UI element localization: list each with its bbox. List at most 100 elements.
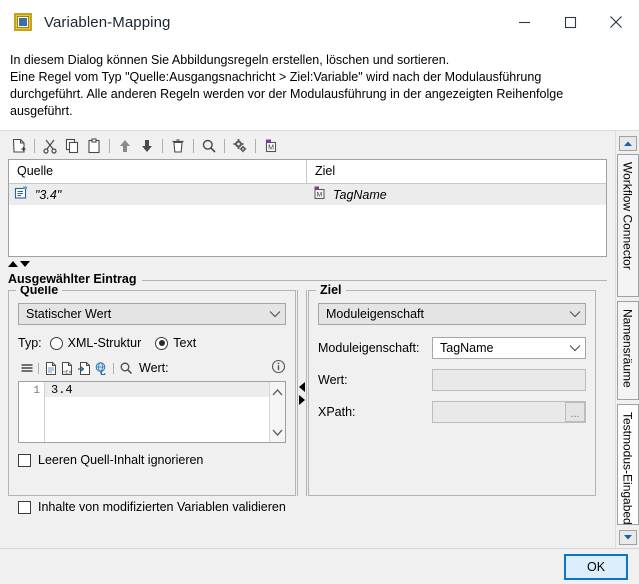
sidebar-item-workflow-connector[interactable]: Workflow Connector <box>617 154 639 297</box>
ok-button[interactable]: OK <box>565 555 627 579</box>
ziel-legend: Ziel <box>316 283 346 297</box>
ignore-empty-checkbox[interactable] <box>18 454 31 467</box>
editor-gutter: 1 <box>19 382 45 442</box>
description-line-2: Eine Regel vom Typ "Quelle:Ausgangsnachr… <box>10 69 629 86</box>
sidebar-item-namensraeume[interactable]: Namensräume <box>617 301 639 400</box>
xpath-input[interactable]: ... <box>432 401 586 423</box>
mapping-rules-table[interactable]: Quelle Ziel <box>8 159 607 257</box>
typ-label: Typ: <box>18 336 42 350</box>
editor-code-area[interactable]: 3.4 <box>45 382 269 442</box>
quelle-panel: Quelle Statischer Wert Typ: <box>8 290 296 496</box>
cell-quelle[interactable]: "3.4" <box>9 184 307 205</box>
window-title: Variablen-Mapping <box>44 14 171 31</box>
svg-text:M: M <box>317 192 322 199</box>
maximize-button[interactable] <box>547 0 593 44</box>
description-line-1: In diesem Dialog können Sie Abbildungsre… <box>10 52 629 69</box>
minimize-button[interactable] <box>501 0 547 44</box>
collapse-right-icon[interactable] <box>299 395 305 405</box>
text-document-icon[interactable] <box>42 360 59 377</box>
side-tabs-scroll-down[interactable] <box>619 530 637 545</box>
radio-text-label[interactable]: Text <box>173 336 196 350</box>
quelle-wert-label: Wert: <box>139 361 169 375</box>
toolbar-separator <box>224 139 225 153</box>
import-document-icon[interactable] <box>76 360 93 377</box>
chevron-down-icon <box>569 341 581 355</box>
window-app-icon <box>14 13 32 31</box>
quelle-typ-row: Typ: XML-Struktur Text <box>18 336 286 350</box>
module-property-icon: M <box>312 186 327 203</box>
sidebar-item-testmodus-eingabedaten[interactable]: Testmodus-Eingabedat <box>617 404 639 525</box>
ignore-empty-checkbox-row[interactable]: Leeren Quell-Inhalt ignorieren <box>18 453 286 467</box>
ziel-type-select[interactable]: Moduleigenschaft <box>318 303 586 325</box>
quelle-type-value: Statischer Wert <box>26 307 111 321</box>
scroll-down-icon[interactable] <box>272 425 283 439</box>
main-content: M Quelle Ziel <box>0 131 615 548</box>
editor-scrollbar[interactable] <box>269 382 285 442</box>
side-tab-strip: Workflow Connector Namensräume Testmodus… <box>615 131 639 548</box>
paste-icon[interactable] <box>83 135 105 157</box>
cell-ziel-value: TagName <box>333 188 387 202</box>
ignore-empty-label[interactable]: Leeren Quell-Inhalt ignorieren <box>38 453 203 467</box>
quelle-type-select[interactable]: Statischer Wert <box>18 303 286 325</box>
quelle-mini-toolbar: HEX <box>18 359 286 377</box>
panel-splitter[interactable] <box>8 258 607 269</box>
rules-toolbar: M <box>0 131 615 159</box>
settings-gears-icon[interactable] <box>229 135 251 157</box>
validate-checkbox-label[interactable]: Inhalte von modifizierten Variablen vali… <box>38 500 286 514</box>
column-header-quelle[interactable]: Quelle <box>9 160 307 183</box>
move-up-icon[interactable] <box>114 135 136 157</box>
search-icon[interactable] <box>117 360 134 377</box>
dialog-footer: OK <box>0 548 639 584</box>
expand-down-icon[interactable] <box>20 261 30 267</box>
moduleigenschaft-value: TagName <box>440 341 494 355</box>
title-bar: Variablen-Mapping <box>0 0 639 44</box>
xpath-label: XPath: <box>318 405 432 419</box>
side-tabs-scroll-up[interactable] <box>619 136 637 151</box>
collapse-left-icon[interactable] <box>299 382 305 392</box>
hex-document-icon[interactable]: HEX <box>59 360 76 377</box>
toolbar-separator <box>162 139 163 153</box>
close-button[interactable] <box>593 0 639 44</box>
radio-text[interactable] <box>155 337 168 350</box>
toolbar-separator <box>255 139 256 153</box>
source-target-panels: Quelle Statischer Wert Typ: <box>8 290 607 496</box>
delete-icon[interactable] <box>167 135 189 157</box>
module-property-icon[interactable]: M <box>260 135 282 157</box>
radio-xml-struktur[interactable] <box>50 337 63 350</box>
panel-vertical-splitter[interactable] <box>296 290 308 496</box>
ziel-wert-input[interactable] <box>432 369 586 391</box>
table-header: Quelle Ziel <box>9 160 606 184</box>
search-icon[interactable] <box>198 135 220 157</box>
static-value-icon <box>14 186 29 203</box>
collapse-up-icon[interactable] <box>8 261 18 267</box>
scroll-up-icon[interactable] <box>272 385 283 399</box>
svg-text:M: M <box>268 144 274 151</box>
chevron-down-icon <box>569 307 581 321</box>
xpath-browse-button[interactable]: ... <box>565 402 585 422</box>
column-header-ziel[interactable]: Ziel <box>307 160 606 183</box>
validate-checkbox[interactable] <box>18 501 31 514</box>
chevron-down-icon <box>269 307 281 321</box>
mini-separator <box>113 363 114 374</box>
move-down-icon[interactable] <box>136 135 158 157</box>
description-line-4: ausgeführt. <box>10 103 629 120</box>
quelle-value-editor[interactable]: 1 3.4 <box>18 381 286 443</box>
moduleigenschaft-select[interactable]: TagName <box>432 337 586 359</box>
ziel-wert-label: Wert: <box>318 373 432 387</box>
copy-icon[interactable] <box>61 135 83 157</box>
window-controls <box>501 0 639 44</box>
new-rule-icon[interactable] <box>8 135 30 157</box>
cut-icon[interactable] <box>39 135 61 157</box>
editor-line-1[interactable]: 3.4 <box>45 382 269 397</box>
svg-text:HEX: HEX <box>62 370 71 375</box>
moduleigenschaft-label: Moduleigenschaft: <box>318 341 432 355</box>
info-icon[interactable] <box>271 359 286 377</box>
cell-ziel[interactable]: M TagName <box>307 184 606 205</box>
table-row[interactable]: "3.4" M TagName <box>9 184 606 205</box>
dialog-description: In diesem Dialog können Sie Abbildungsre… <box>0 44 639 131</box>
lines-view-icon[interactable] <box>18 360 35 377</box>
globe-link-icon[interactable] <box>93 360 110 377</box>
radio-xml-struktur-label[interactable]: XML-Struktur <box>68 336 142 350</box>
description-line-3: durchgeführt. Alle anderen Regeln werden… <box>10 86 629 103</box>
validate-checkbox-row[interactable]: Inhalte von modifizierten Variablen vali… <box>18 500 599 514</box>
